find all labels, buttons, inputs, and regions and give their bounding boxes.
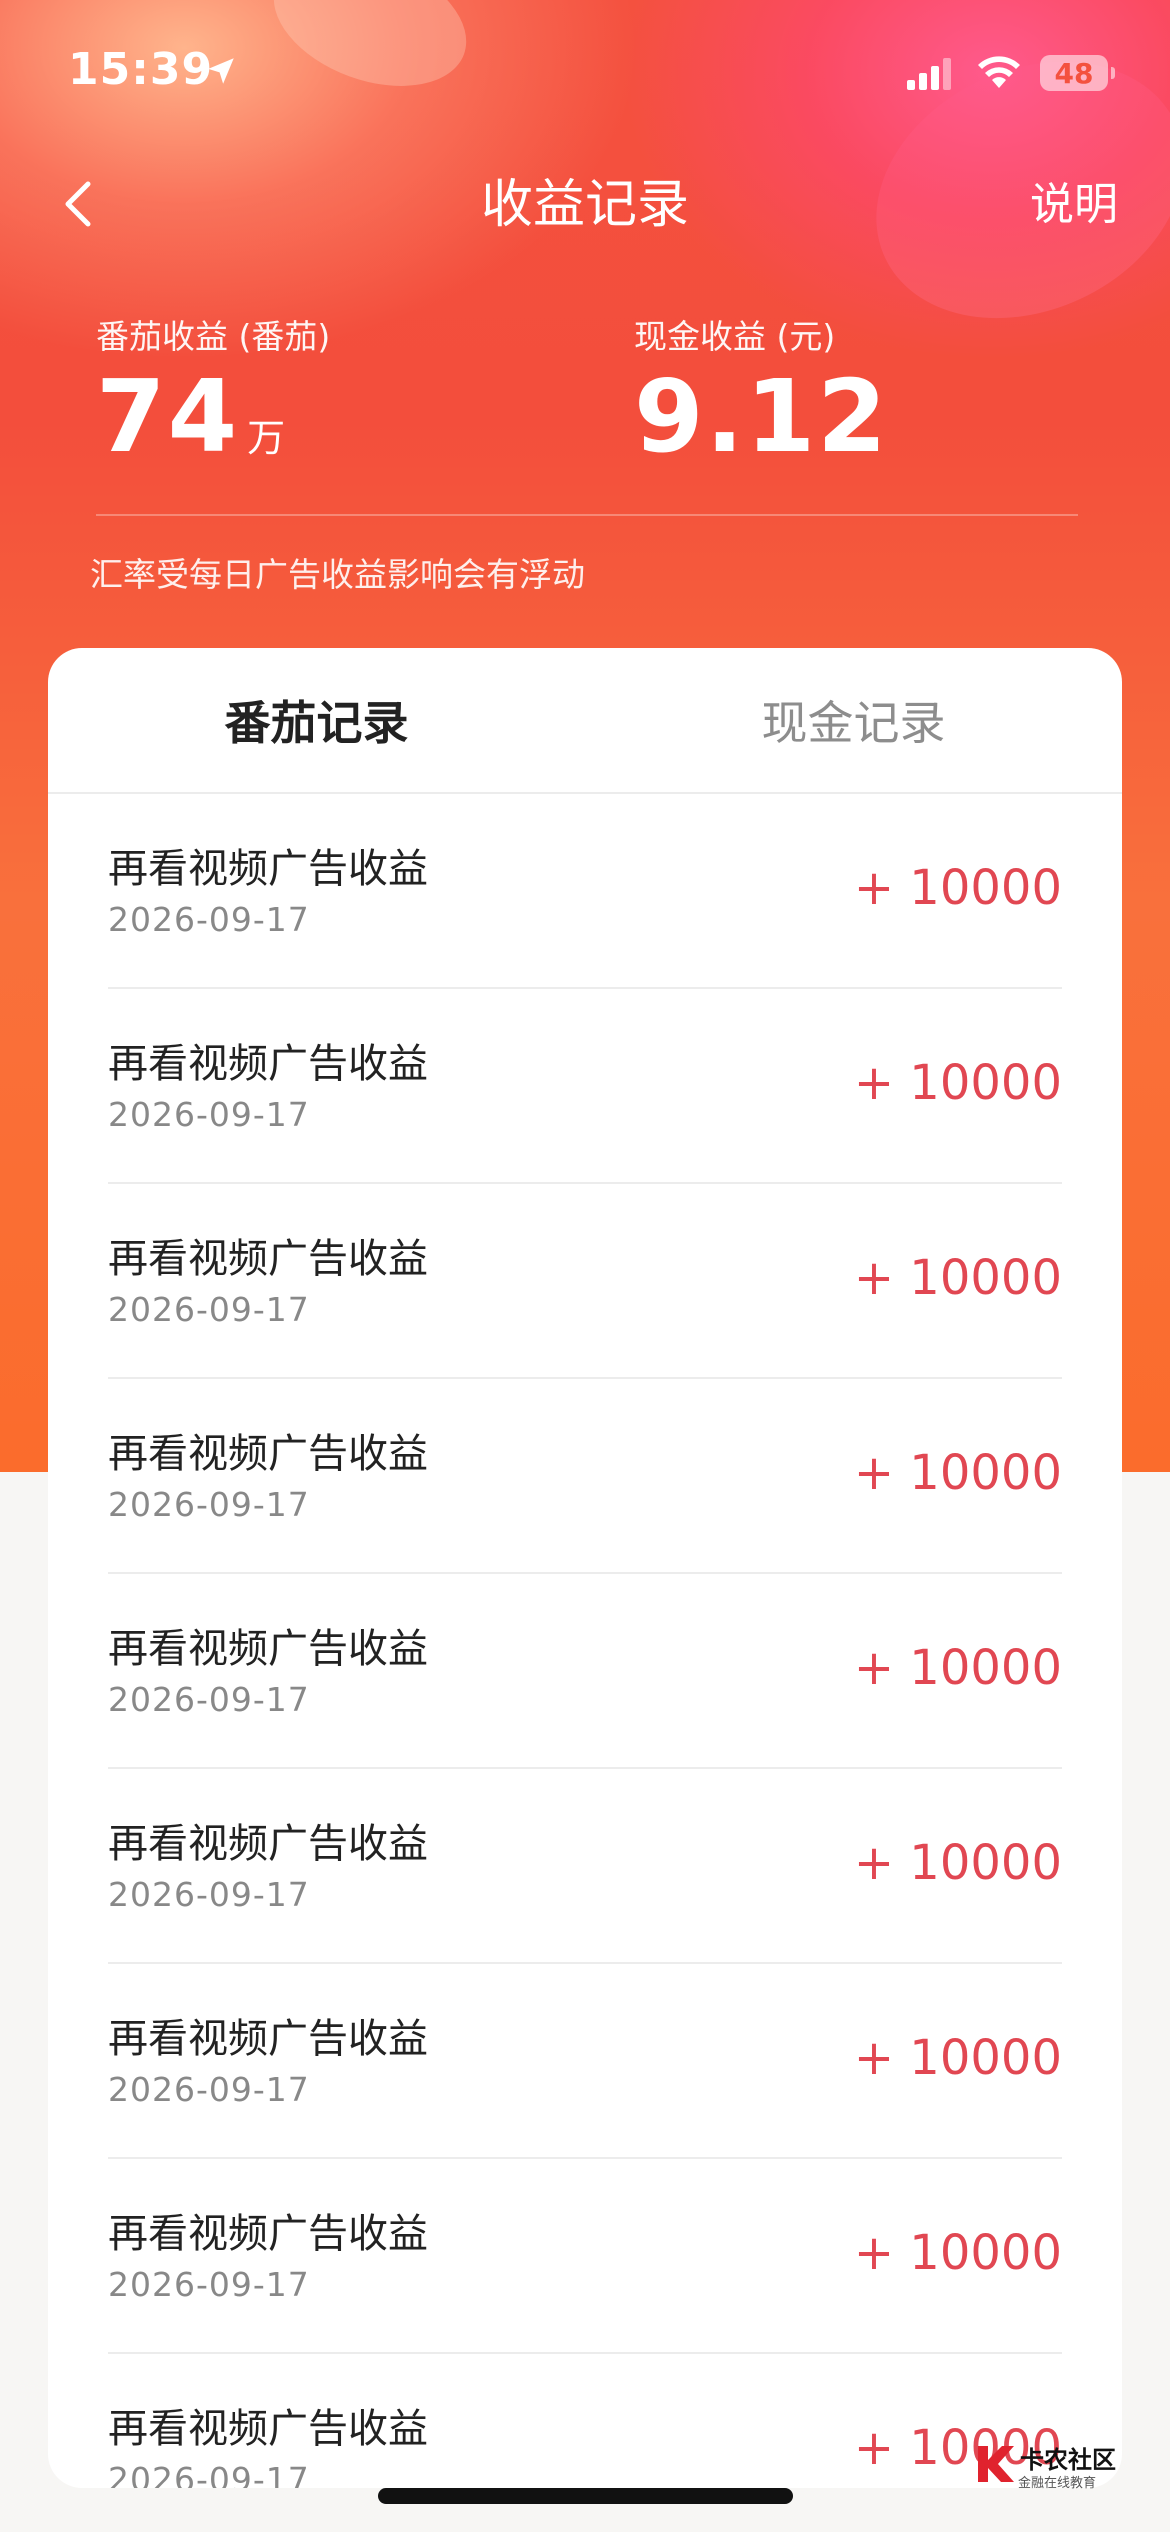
record-date: 2026-09-17 [108,1875,310,1914]
cash-earnings: 现金收益 (元) 9.12 [634,310,889,472]
status-time: 15:39 [68,44,214,95]
list-item: 再看视频广告收益 2026-09-17 + 10000 [108,2354,1062,2488]
list-item: 再看视频广告收益 2026-09-17 + 10000 [108,1964,1062,2159]
record-date: 2026-09-17 [108,2070,310,2109]
watermark: 卡农社区 金融在线教育 [970,2434,1170,2504]
list-item: 再看视频广告收益 2026-09-17 + 10000 [108,1184,1062,1379]
record-date: 2026-09-17 [108,1290,310,1329]
record-title: 再看视频广告收益 [108,2406,428,2452]
record-amount: + 10000 [853,860,1062,916]
home-indicator[interactable] [378,2488,793,2504]
nav-bar: 收益记录 说明 [0,150,1170,250]
list-item: 再看视频广告收益 2026-09-17 + 10000 [108,794,1062,989]
record-title: 再看视频广告收益 [108,1041,428,1087]
cash-earnings-value: 9.12 [634,358,889,475]
tomato-earnings-unit: 万 [247,416,286,460]
cash-earnings-label: 现金收益 (元) [634,317,836,356]
page: 15:39 48 收益记录 说明 番茄收益 (番茄) 74 万 现金收益 (元)… [0,0,1170,2532]
tomato-earnings: 番茄收益 (番茄) 74 万 [96,310,330,472]
signal-icon [907,58,951,90]
records-card: 番茄记录 现金记录 再看视频广告收益 2026-09-17 + 10000 再看… [48,648,1122,2488]
watermark-name: 卡农社区 [1020,2446,1116,2474]
tomato-earnings-label: 番茄收益 (番茄) [96,317,331,356]
record-date: 2026-09-17 [108,900,310,939]
list-item: 再看视频广告收益 2026-09-17 + 10000 [108,1379,1062,1574]
record-amount: + 10000 [853,1640,1062,1696]
divider [96,514,1078,516]
record-title: 再看视频广告收益 [108,2211,428,2257]
list-item: 再看视频广告收益 2026-09-17 + 10000 [108,2159,1062,2354]
battery-level: 48 [1054,56,1094,90]
record-amount: + 10000 [853,1835,1062,1891]
record-title: 再看视频广告收益 [108,1626,428,1672]
record-date: 2026-09-17 [108,2460,310,2488]
battery-icon: 48 [1040,55,1115,91]
record-amount: + 10000 [853,2225,1062,2281]
tab-bar: 番茄记录 现金记录 [48,648,1122,794]
records-list: 再看视频广告收益 2026-09-17 + 10000 再看视频广告收益 202… [48,794,1122,2488]
record-date: 2026-09-17 [108,1680,310,1719]
status-bar: 15:39 48 [0,0,1170,140]
record-amount: + 10000 [853,1250,1062,1306]
record-amount: + 10000 [853,1445,1062,1501]
record-title: 再看视频广告收益 [108,1821,428,1867]
record-date: 2026-09-17 [108,1485,310,1524]
tab-tomato-records[interactable]: 番茄记录 [48,648,585,792]
page-title: 收益记录 [480,175,689,235]
record-title: 再看视频广告收益 [108,1236,428,1282]
tab-cash-records[interactable]: 现金记录 [585,648,1122,792]
list-item: 再看视频广告收益 2026-09-17 + 10000 [108,1574,1062,1769]
tomato-earnings-value: 74 [96,358,240,475]
record-date: 2026-09-17 [108,1095,310,1134]
record-title: 再看视频广告收益 [108,846,428,892]
record-amount: + 10000 [853,1055,1062,1111]
record-amount: + 10000 [853,2030,1062,2086]
location-arrow-icon [208,58,234,84]
record-date: 2026-09-17 [108,2265,310,2304]
help-button[interactable]: 说明 [1030,168,1118,232]
list-item: 再看视频广告收益 2026-09-17 + 10000 [108,1769,1062,1964]
record-title: 再看视频广告收益 [108,1431,428,1477]
kanong-logo-icon [978,2446,1014,2482]
list-item: 再看视频广告收益 2026-09-17 + 10000 [108,989,1062,1184]
exchange-rate-note: 汇率受每日广告收益影响会有浮动 [90,555,585,594]
wifi-icon [978,56,1020,88]
watermark-subtitle: 金融在线教育 [1018,2476,1097,2491]
record-title: 再看视频广告收益 [108,2016,428,2062]
